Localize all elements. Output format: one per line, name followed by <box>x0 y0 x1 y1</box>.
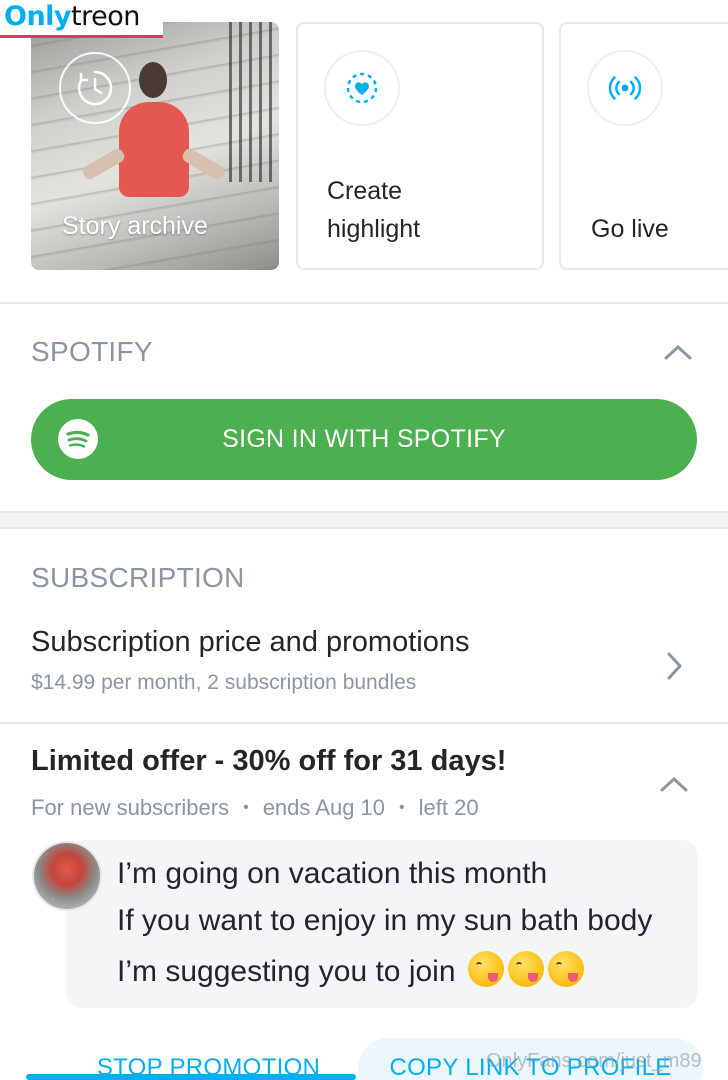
chevron-up-icon[interactable] <box>656 766 692 802</box>
offer-meta: For new subscribers • ends Aug 10 • left… <box>31 795 479 821</box>
offer-title: Limited offer - 30% off for 31 days! <box>31 745 507 777</box>
chevron-up-icon[interactable] <box>660 334 696 370</box>
onlytreon-logo: Onlytreon <box>0 0 163 38</box>
spotify-heading: SPOTIFY <box>31 336 153 367</box>
yum-emoji-icon <box>467 951 504 987</box>
create-highlight-title: Create highlight <box>327 172 420 248</box>
go-live-label: Go live <box>591 215 669 243</box>
divider <box>0 722 728 724</box>
heart-circle-icon <box>324 50 400 126</box>
subscription-price-row[interactable]: Subscription price and promotions $14.99… <box>0 610 728 720</box>
highlights-row: Story archive Create highlight Go live <box>31 22 728 270</box>
create-highlight-card[interactable]: Create highlight <box>296 22 544 270</box>
separator-dot: • <box>399 799 405 816</box>
separator-dot: • <box>243 799 249 816</box>
logo-underline <box>0 35 163 38</box>
offer-audience: For new subscribers <box>31 795 230 820</box>
active-underline <box>26 1074 356 1080</box>
subscription-heading: SUBSCRIPTION <box>31 562 245 593</box>
sign-in-spotify-button[interactable]: SIGN IN WITH SPOTIFY <box>31 399 697 480</box>
promotion-message: I’m going on vacation this month If you … <box>66 840 698 1008</box>
yum-emoji-icon <box>507 951 544 987</box>
spotify-icon <box>58 419 98 459</box>
message-line-3: I’m suggesting you to join <box>117 951 584 989</box>
broadcast-icon <box>587 50 663 126</box>
clock-history-icon <box>59 52 131 124</box>
message-line-3-text: I’m suggesting you to join <box>117 955 456 988</box>
logo-part-1: Only <box>4 1 72 32</box>
story-archive-card[interactable]: Story archive <box>31 22 279 270</box>
chevron-right-icon <box>656 648 692 684</box>
offer-ends: ends Aug 10 <box>262 795 386 820</box>
offer-left: left 20 <box>418 795 479 820</box>
story-archive-label: Story archive <box>62 212 208 240</box>
sign-in-spotify-label: SIGN IN WITH SPOTIFY <box>222 425 506 453</box>
create-highlight-line2: highlight <box>327 215 421 243</box>
section-separator <box>0 511 728 529</box>
message-line-2: If you want to enjoy in my sun bath body <box>117 904 653 937</box>
create-highlight-line1: Create <box>327 177 403 205</box>
divider <box>0 302 728 304</box>
footer-watermark: OnlyFans.com/just_m89 <box>486 1050 702 1072</box>
subscription-row-title: Subscription price and promotions <box>31 626 470 658</box>
story-photo-railing <box>229 22 279 182</box>
go-live-card[interactable]: Go live <box>559 22 728 270</box>
logo-part-2: treon <box>71 1 140 32</box>
yum-emoji-icon <box>547 951 584 987</box>
subscription-row-desc: $14.99 per month, 2 subscription bundles <box>31 671 417 694</box>
message-line-1: I’m going on vacation this month <box>117 857 548 890</box>
avatar[interactable] <box>32 841 102 911</box>
